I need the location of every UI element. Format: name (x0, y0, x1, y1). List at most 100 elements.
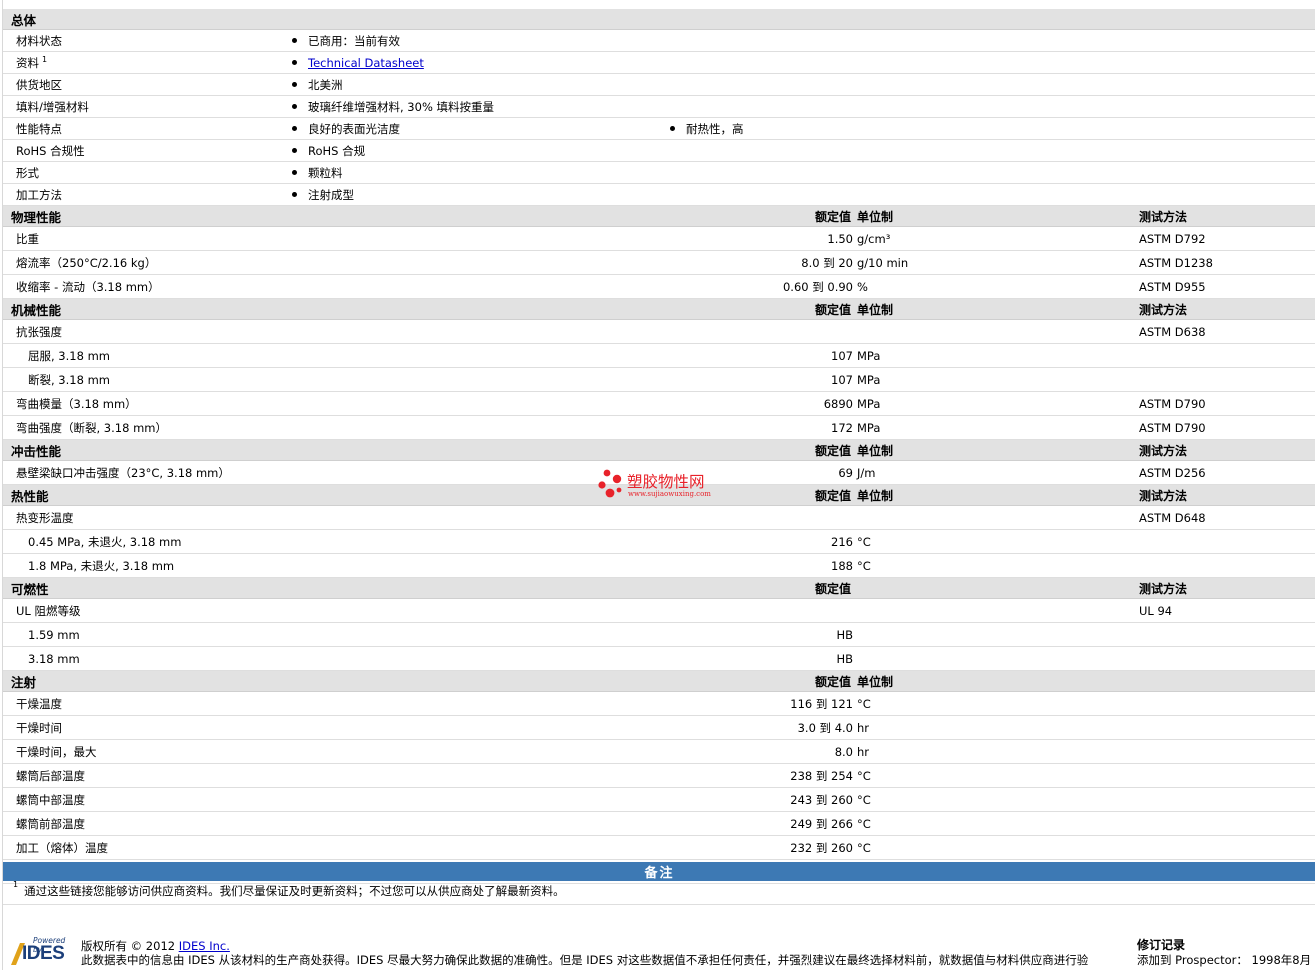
row-label: 材料状态 (16, 30, 62, 51)
row-label-text: 抗张强度 (16, 324, 62, 339)
col-header-test: 测试方法 (1139, 488, 1188, 503)
table-row: 加工（熔体）温度 232 到 260 °C (3, 836, 1315, 860)
row-value: 243 到 260 (790, 792, 853, 807)
row-label: 填料/增强材料 (16, 96, 89, 117)
section-header-impact: 冲击性能 额定值 单位制 测试方法 (3, 440, 1315, 461)
row-label-text: 悬壁梁缺口冲击强度（23°C, 3.18 mm） (16, 465, 230, 480)
bullet-text: 颗粒料 (308, 165, 343, 180)
col-header-unit: 单位制 (857, 302, 894, 317)
bullet-icon (292, 192, 297, 197)
table-row: 弯曲强度（断裂, 3.18 mm） 172 MPa ASTM D790 (3, 416, 1315, 440)
row-label-text: 螺筒中部温度 (16, 792, 85, 807)
row-label: 加工（熔体）温度 (16, 836, 108, 859)
bullet-item: 注射成型 (292, 184, 354, 205)
bullet-icon (292, 60, 297, 65)
row-value: 249 到 266 (790, 816, 853, 831)
bullet-icon (292, 104, 297, 109)
row-label-text: 弯曲模量（3.18 mm） (16, 396, 137, 411)
divider (3, 904, 1315, 905)
table-row: 螺筒中部温度 243 到 260 °C (3, 788, 1315, 812)
row-test-method: ASTM D790 (1139, 396, 1206, 411)
row-label: 螺筒前部温度 (16, 812, 85, 835)
table-row: 螺筒后部温度 238 到 254 °C (3, 764, 1315, 788)
row-label-text: 加工（熔体）温度 (16, 840, 108, 855)
row-unit: % (857, 279, 868, 294)
table-row: 熔流率（250°C/2.16 kg） 8.0 到 20 g/10 min ASTM D… (3, 251, 1315, 275)
row-label-text: 弯曲强度（断裂, 3.18 mm） (16, 420, 167, 435)
bullet-item: RoHS 合规 (292, 140, 365, 161)
row-label: 干燥时间 (16, 716, 62, 739)
bullet-item: 良好的表面光洁度 (292, 118, 400, 139)
row-unit: g/10 min (857, 255, 909, 270)
row-label: 性能特点 (16, 118, 62, 139)
table-row: 1.59 mm HB (3, 623, 1315, 647)
row-label-text: 0.45 MPa, 未退火, 3.18 mm (28, 534, 182, 549)
row-value: 8.0 (834, 744, 853, 759)
ides-link[interactable]: IDES Inc. (179, 939, 230, 953)
col-header-test: 测试方法 (1139, 209, 1188, 224)
bullet-text: 北美洲 (308, 77, 343, 92)
row-value: 232 到 260 (790, 840, 853, 855)
row-value: HB (836, 651, 853, 666)
row-value: 0.60 到 0.90 (782, 279, 853, 294)
row-value: 172 (831, 420, 853, 435)
copyright-text: 版权所有 © 2012 (81, 939, 179, 953)
bullet-icon (670, 126, 675, 131)
watermark: 塑胶物性网 www.sujiaowuxing.com (597, 468, 747, 504)
bullet-text: 已商用：当前有效 (308, 33, 400, 48)
table-row: 供货地区 北美洲 (3, 74, 1315, 96)
row-value: HB (836, 627, 853, 642)
row-label: 弯曲模量（3.18 mm） (16, 392, 137, 415)
row-test-method: ASTM D792 (1139, 231, 1206, 246)
col-header-value: 额定值 (814, 209, 851, 224)
table-row: 加工方法 注射成型 (3, 184, 1315, 206)
row-label: 1.59 mm (28, 623, 80, 646)
row-label-text: 加工方法 (16, 187, 62, 202)
row-value: 107 (831, 372, 853, 387)
row-label: 螺筒中部温度 (16, 788, 85, 811)
table-row: 性能特点 良好的表面光洁度 耐热性，高 (3, 118, 1315, 140)
col-header-value: 额定值 (814, 581, 851, 596)
row-test-method: UL 94 (1139, 603, 1173, 618)
notes-title: 备注 (644, 866, 675, 881)
row-unit: MPa (857, 372, 881, 387)
section-title: 热性能 (11, 488, 49, 504)
table-row: 资料 1 Technical Datasheet (3, 52, 1315, 74)
row-value: 3.0 到 4.0 (797, 720, 853, 735)
table-row: 断裂, 3.18 mm 107 MPa (3, 368, 1315, 392)
table-row: 热变形温度 ASTM D648 (3, 506, 1315, 530)
section-title: 注射 (11, 674, 37, 690)
row-value: 188 (831, 558, 853, 573)
ides-logo: Powered by IDES (7, 936, 73, 970)
row-label: 加工方法 (16, 184, 62, 205)
table-row: 收缩率 - 流动（3.18 mm） 0.60 到 0.90% ASTM D955 (3, 275, 1315, 299)
table-row: 弯曲模量（3.18 mm） 6890 MPa ASTM D790 (3, 392, 1315, 416)
row-test-method: ASTM D648 (1139, 510, 1206, 525)
row-label-text: 热变形温度 (16, 510, 74, 525)
table-row: 干燥温度 116 到 121 °C (3, 692, 1315, 716)
row-value: 107 (831, 348, 853, 363)
table-row: 3.18 mm HB (3, 647, 1315, 671)
row-value: 238 到 254 (790, 768, 853, 783)
datasheet-link[interactable]: Technical Datasheet (308, 56, 424, 70)
row-unit: J/m (857, 465, 876, 480)
row-unit: MPa (857, 348, 881, 363)
row-label-text: 性能特点 (16, 121, 62, 136)
col-header-value: 额定值 (814, 674, 851, 689)
table-row: 干燥时间 3.0 到 4.0 hr (3, 716, 1315, 740)
table-row: 比重 1.50 g/cm³ ASTM D792 (3, 227, 1315, 251)
table-row: 材料状态 已商用：当前有效 (3, 30, 1315, 52)
col-header-test: 测试方法 (1139, 581, 1188, 596)
table-row: 干燥时间，最大 8.0 hr (3, 740, 1315, 764)
table-row: 0.45 MPa, 未退火, 3.18 mm 216 °C (3, 530, 1315, 554)
row-label: 弯曲强度（断裂, 3.18 mm） (16, 416, 167, 439)
table-row: 形式 颗粒料 (3, 162, 1315, 184)
table-row: RoHS 合规性 RoHS 合规 (3, 140, 1315, 162)
revision-line: 添加到 Prospector： 1998年8月 (1137, 953, 1312, 967)
row-unit: °C (857, 696, 871, 711)
bullet-text: RoHS 合规 (308, 143, 366, 158)
row-value: 216 (831, 534, 853, 549)
row-label-text: 资料 (16, 55, 39, 70)
row-label: 屈服, 3.18 mm (28, 344, 110, 367)
row-value: 116 到 121 (790, 696, 853, 711)
